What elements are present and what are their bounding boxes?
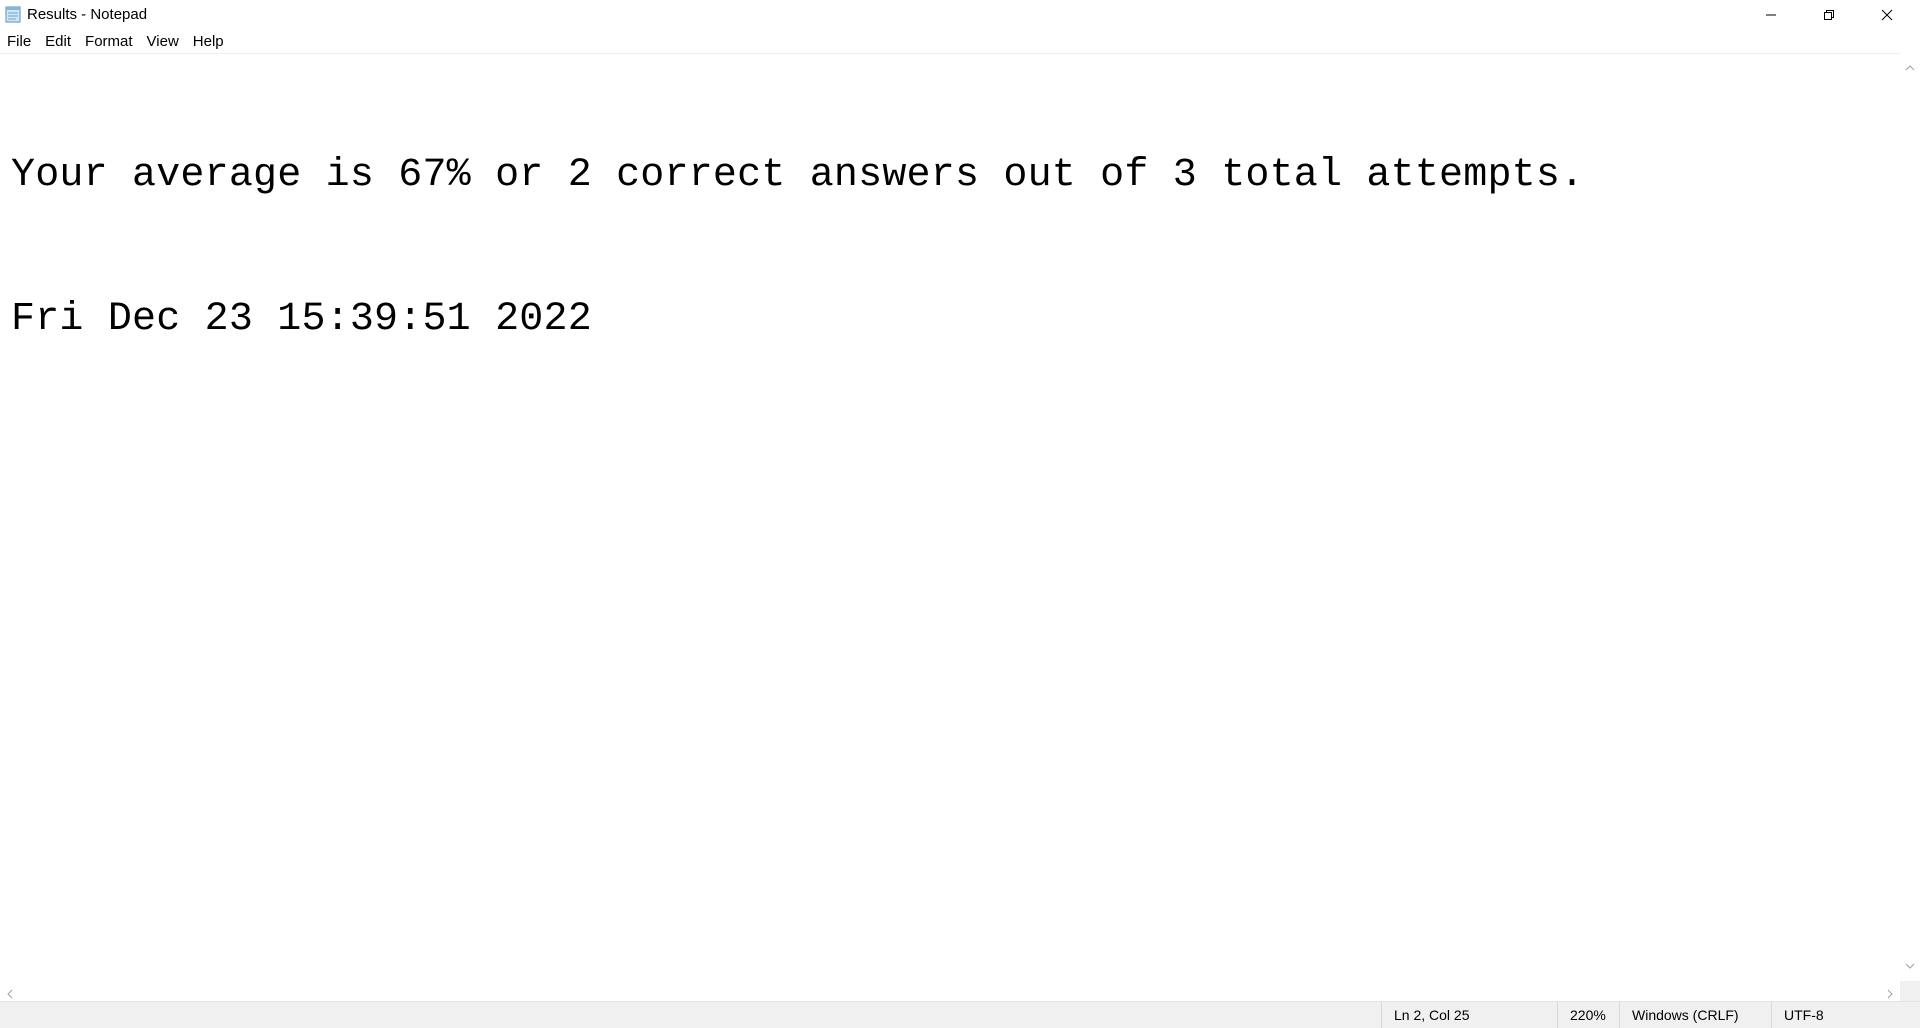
- vertical-scrollbar[interactable]: [1900, 53, 1920, 981]
- close-icon: [1881, 9, 1893, 21]
- text-editor[interactable]: Your average is 67% or 2 correct answers…: [0, 53, 1900, 982]
- editor-content[interactable]: Your average is 67% or 2 correct answers…: [11, 56, 1584, 440]
- scroll-corner: [1900, 981, 1920, 1001]
- scroll-down-icon[interactable]: [1905, 957, 1915, 975]
- status-zoom: 220%: [1557, 1002, 1619, 1028]
- notepad-icon: [4, 5, 22, 23]
- menu-view[interactable]: View: [140, 30, 186, 53]
- menu-edit[interactable]: Edit: [38, 30, 78, 53]
- notepad-window: Results - Notepad File Edit Format View …: [0, 0, 1920, 1028]
- restore-icon: [1823, 9, 1835, 21]
- menu-bar: File Edit Format View Help: [0, 30, 1920, 53]
- status-encoding: UTF-8: [1771, 1002, 1920, 1028]
- window-title: Results - Notepad: [27, 6, 148, 23]
- menu-format[interactable]: Format: [78, 30, 140, 53]
- scroll-up-icon[interactable]: [1905, 59, 1915, 77]
- status-cursor-position: Ln 2, Col 25: [1381, 1002, 1557, 1028]
- status-bar: Ln 2, Col 25 220% Windows (CRLF) UTF-8: [0, 1001, 1920, 1028]
- restore-button[interactable]: [1800, 0, 1858, 30]
- title-bar[interactable]: Results - Notepad: [0, 0, 1920, 30]
- minimize-button[interactable]: [1742, 0, 1800, 30]
- menu-file[interactable]: File: [0, 30, 38, 53]
- horizontal-scrollbar[interactable]: [0, 981, 1900, 1001]
- editor-line-1: Your average is 67% or 2 correct answers…: [11, 153, 1585, 198]
- editor-line-2: Fri Dec 23 15:39:51 2022: [11, 297, 592, 342]
- minimize-icon: [1765, 9, 1777, 21]
- close-button[interactable]: [1858, 0, 1916, 30]
- menu-help[interactable]: Help: [186, 30, 231, 53]
- status-line-ending: Windows (CRLF): [1619, 1002, 1771, 1028]
